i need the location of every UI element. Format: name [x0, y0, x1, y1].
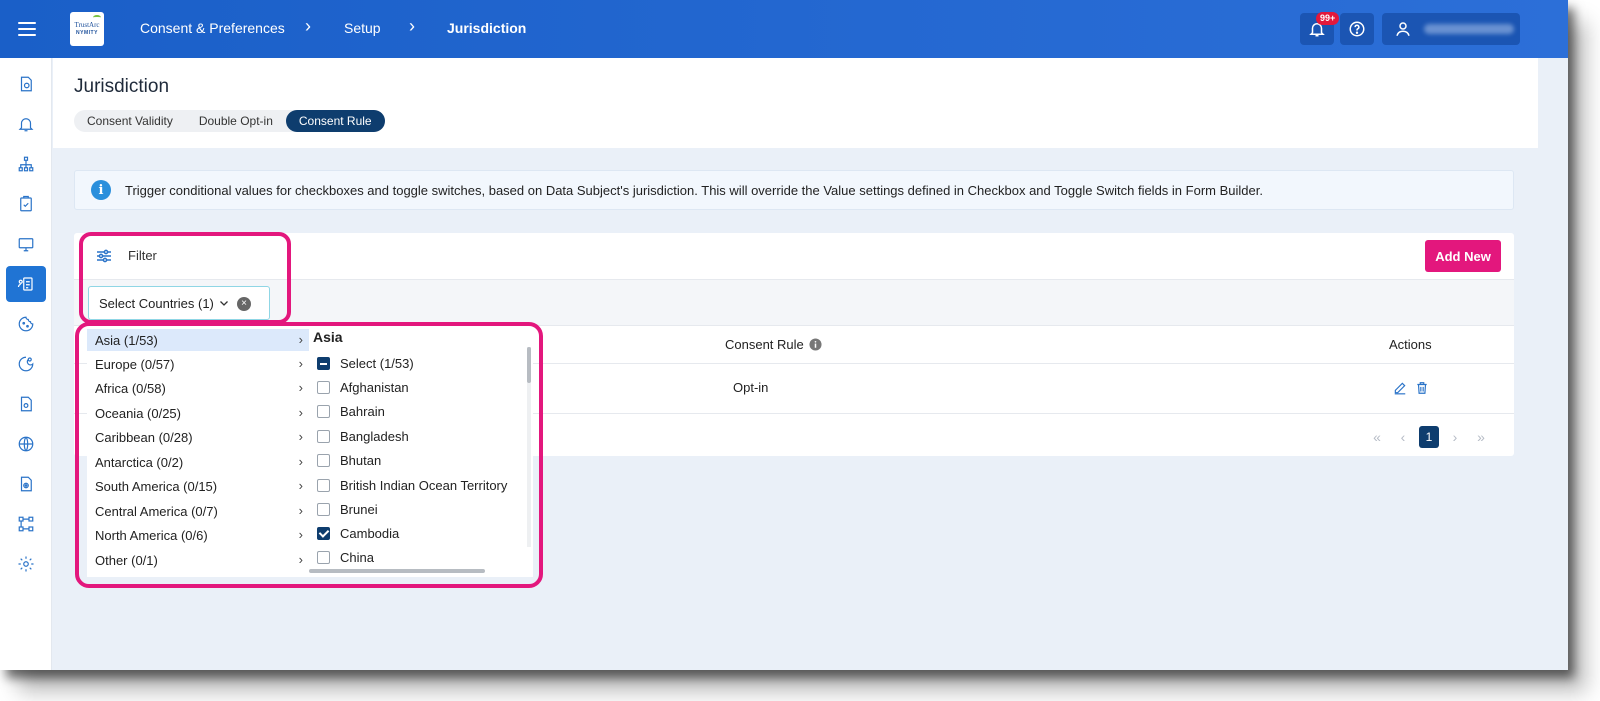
globe-icon [18, 436, 34, 452]
document-settings-icon [20, 396, 32, 412]
breadcrumb-consent-preferences[interactable]: Consent & Preferences [140, 20, 285, 36]
chevron-down-icon [219, 301, 228, 306]
breadcrumb-current: Jurisdiction [447, 20, 527, 36]
cookie-gear-icon [18, 356, 34, 372]
info-icon[interactable] [809, 338, 822, 351]
tab-double-opt-in[interactable]: Double Opt-in [186, 110, 286, 132]
notification-count-badge: 99+ [1316, 12, 1340, 25]
edit-button[interactable] [1393, 381, 1407, 400]
trash-icon [1417, 382, 1427, 394]
hamburger-menu-icon[interactable] [14, 16, 40, 42]
user-icon [1396, 22, 1410, 36]
workflow-icon [18, 516, 34, 532]
sidebar-item-integrations[interactable] [6, 506, 46, 542]
sidebar-item-monitor[interactable] [6, 226, 46, 262]
tab-consent-rule[interactable]: Consent Rule [285, 110, 385, 132]
sidebar-item-cookies[interactable] [6, 306, 46, 342]
first-page-button[interactable]: « [1364, 426, 1390, 448]
sidebar-item-tasks[interactable] [6, 186, 46, 222]
filter-toggle[interactable]: Filter [96, 248, 157, 263]
sidebar-item-settings[interactable] [6, 546, 46, 582]
tab-consent-validity[interactable]: Consent Validity [74, 110, 186, 132]
breadcrumb-setup[interactable]: Setup [344, 20, 381, 36]
logo-subtext: NYMITY [76, 30, 98, 36]
sidebar-item-reports[interactable] [6, 466, 46, 502]
cookie-icon [18, 316, 34, 332]
monitor-icon [18, 238, 34, 252]
hierarchy-icon [18, 156, 34, 172]
next-page-button[interactable]: › [1442, 426, 1468, 448]
sidebar-item-documents[interactable] [6, 386, 46, 422]
sidebar-item-cookie-settings[interactable] [6, 346, 46, 382]
select-countries-dropdown[interactable]: Select Countries (1) × [88, 286, 270, 320]
dropdown-highlight-frame [75, 322, 543, 588]
trustarc-logo[interactable]: TrustArc NYMITY [70, 12, 104, 46]
column-header-consent-rule[interactable]: Consent Rule [725, 337, 822, 352]
sidebar [0, 58, 52, 670]
pagination: « ‹ 1 › » [1364, 426, 1494, 448]
tab-group: Consent Validity Double Opt-in Consent R… [74, 110, 385, 132]
sidebar-item-notifications[interactable] [6, 106, 46, 142]
gear-icon [18, 556, 34, 572]
consent-form-icon [17, 277, 33, 291]
page-1-button[interactable]: 1 [1419, 426, 1439, 448]
app-window: TrustArc NYMITY Consent & Preferences › … [0, 0, 1568, 670]
prev-page-button[interactable]: ‹ [1390, 426, 1416, 448]
pencil-icon [1394, 382, 1406, 395]
sidebar-item-hierarchy[interactable] [6, 146, 46, 182]
breadcrumb-separator: › [409, 16, 415, 36]
column-header-label: Consent Rule [725, 337, 804, 352]
add-new-button[interactable]: Add New [1425, 240, 1501, 272]
select-countries-label: Select Countries (1) [99, 295, 214, 311]
sidebar-item-dashboard[interactable] [6, 66, 46, 102]
clipboard-check-icon [20, 195, 32, 212]
help-icon [1349, 21, 1365, 37]
last-page-button[interactable]: » [1468, 426, 1494, 448]
sidebar-item-globe[interactable] [6, 426, 46, 462]
consent-rule-cell: Opt-in [733, 380, 769, 395]
breadcrumb-separator: › [305, 16, 311, 36]
delete-button[interactable] [1415, 381, 1429, 400]
sliders-icon [97, 249, 111, 262]
help-button[interactable] [1340, 13, 1374, 45]
column-header-actions: Actions [1389, 337, 1432, 352]
filter-label: Filter [128, 248, 157, 263]
bell-icon [18, 118, 34, 132]
top-bar: TrustArc NYMITY Consent & Preferences › … [0, 0, 1568, 58]
clear-selection-icon[interactable]: × [237, 297, 251, 311]
sidebar-item-consent[interactable] [6, 266, 46, 302]
page-header: Jurisdiction [53, 58, 1538, 148]
user-name-redacted [1424, 24, 1514, 34]
logo-text: TrustArc [74, 21, 100, 29]
document-clock-icon [20, 76, 32, 92]
document-target-icon [20, 476, 32, 492]
user-menu-button[interactable] [1382, 13, 1520, 45]
page-title: Jurisdiction [74, 76, 170, 97]
info-icon: i [91, 180, 111, 200]
info-text: Trigger conditional values for checkboxe… [125, 182, 1263, 198]
info-banner: i Trigger conditional values for checkbo… [74, 170, 1514, 210]
